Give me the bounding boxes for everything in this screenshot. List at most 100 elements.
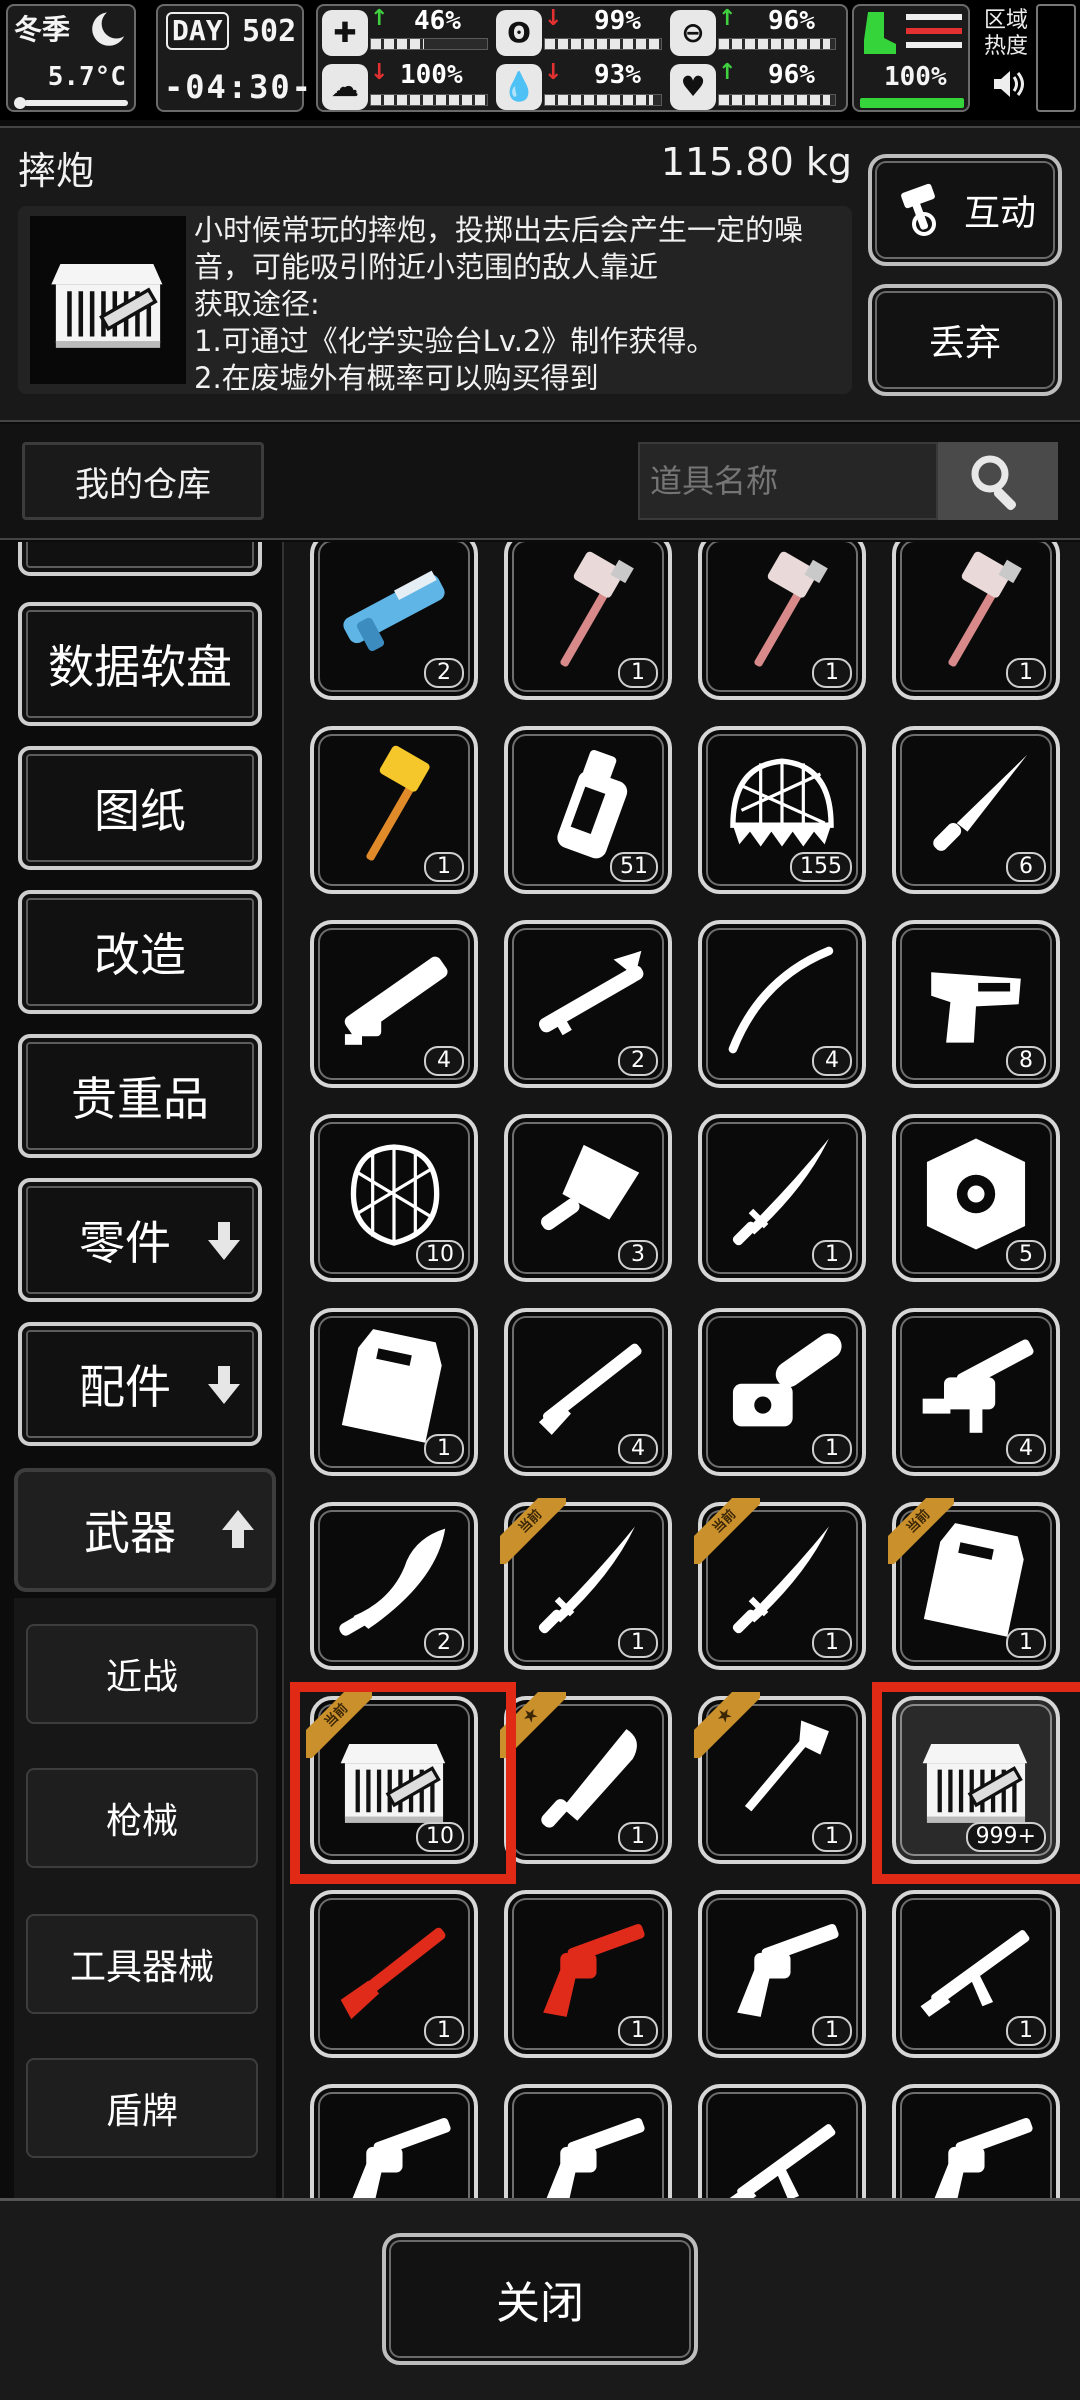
red-rifle-icon: [330, 1906, 458, 2034]
pill-icon: ⊖: [670, 10, 716, 56]
chainsaw-icon: [718, 1324, 846, 1452]
arrow-up-icon: [222, 1510, 254, 1548]
inventory-slot[interactable]: 1: [698, 1890, 866, 2058]
inventory-slot[interactable]: 1: [698, 1114, 866, 1282]
subcategory-label: 枪械: [105, 1801, 178, 1842]
close-button[interactable]: 关闭: [382, 2233, 698, 2365]
inventory-slot[interactable]: 1 当前: [694, 1498, 866, 1670]
inventory-slot[interactable]: 1: [698, 542, 866, 700]
grenade-launcher-icon: [912, 1324, 1040, 1452]
subcategory-button[interactable]: 盾牌: [26, 2058, 258, 2158]
inventory-slot[interactable]: 10: [310, 1114, 478, 1282]
inventory-slot[interactable]: 4: [698, 920, 866, 1088]
katana-icon: [524, 1518, 652, 1646]
inventory-slot[interactable]: 1: [310, 1890, 478, 2058]
sanity-trend-up-icon: ↑: [718, 6, 737, 31]
temperature-value: 5.7°C: [47, 62, 126, 92]
item-quantity: 4: [424, 1046, 464, 1076]
search-input[interactable]: [638, 442, 938, 520]
subcategory-button[interactable]: 枪械: [26, 1768, 258, 1868]
category-button[interactable]: 零件: [18, 1178, 262, 1302]
inventory-slot[interactable]: 2: [310, 1502, 478, 1670]
inventory-slot[interactable]: 10 当前: [306, 1692, 478, 1864]
item-quantity: 2: [424, 1628, 464, 1658]
inventory-slot[interactable]: 999+: [892, 1696, 1060, 1864]
inventory-slot[interactable]: 5: [892, 1114, 1060, 1282]
sanity-value: 96%: [768, 6, 815, 36]
category-button[interactable]: 配件: [18, 1322, 262, 1446]
inventory-slot[interactable]: 1 ★: [500, 1692, 672, 1864]
speaker-icon[interactable]: [990, 66, 1026, 102]
description-line: 1.可通过《化学实验台Lv.2》制作获得。: [194, 324, 716, 358]
inventory-slot[interactable]: 1 当前: [888, 1498, 1060, 1670]
inventory-slot[interactable]: [310, 2084, 478, 2198]
health-trend-up-icon: ↑: [370, 6, 389, 31]
war-hammer-icon: [524, 548, 652, 676]
inventory-slot[interactable]: 1: [310, 726, 478, 894]
inventory-slot[interactable]: 8: [892, 920, 1060, 1088]
item-weight: 115.80 kg: [660, 140, 852, 184]
knife-icon: [912, 742, 1040, 870]
description-line: 2.在废墟外有概率可以购买得到: [194, 361, 599, 394]
discard-button[interactable]: 丢弃: [868, 284, 1062, 396]
assault-rifle-icon: [718, 2100, 846, 2198]
category-button[interactable]: 图纸: [18, 746, 262, 870]
item-quantity: 1: [812, 2016, 852, 2046]
moon-icon: [92, 9, 130, 46]
inventory-slot[interactable]: 4: [892, 1308, 1060, 1476]
inventory-slot[interactable]: 1: [504, 1890, 672, 2058]
warehouse-tab[interactable]: 我的仓库: [22, 442, 264, 520]
inventory-slot[interactable]: 1: [892, 1890, 1060, 2058]
inventory-slot[interactable]: 51: [504, 726, 672, 894]
inventory-slot[interactable]: [892, 2084, 1060, 2198]
category-button[interactable]: 贵重品: [18, 1034, 262, 1158]
category-sidebar[interactable]: 数据软盘图纸改造贵重品零件配件武器 近战枪械工具器械盾牌: [0, 542, 282, 2198]
item-quantity: 1: [424, 2016, 464, 2046]
item-quantity: 2: [424, 658, 464, 688]
item-quantity: 5: [1006, 1240, 1046, 1270]
inventory-slot[interactable]: 1 当前: [500, 1498, 672, 1670]
item-quantity: 8: [1006, 1046, 1046, 1076]
inventory-slot[interactable]: 4: [310, 920, 478, 1088]
inventory-slot[interactable]: 2: [310, 542, 478, 700]
gatling-gun-icon: [330, 936, 458, 1064]
rocket-launcher-icon: [524, 936, 652, 1064]
item-quantity: 155: [790, 852, 852, 882]
interact-label: 互动: [963, 193, 1036, 234]
interact-button[interactable]: 互动: [868, 154, 1062, 266]
inventory-slot[interactable]: [504, 2084, 672, 2198]
item-quantity: 1: [618, 2016, 658, 2046]
inventory-slot[interactable]: [698, 2084, 866, 2198]
inventory-grid[interactable]: 2 1 1 1 1 51 155 6 4 2 4 8 10 3 1 5 1 4 1 4 2 1 当前 1 当前 1 当前 10 当前 1 ★…: [282, 542, 1080, 2198]
inventory-slot[interactable]: 2: [504, 920, 672, 1088]
category-button[interactable]: 改造: [18, 890, 262, 1014]
subcategory-label: 工具器械: [69, 1947, 214, 1988]
item-quantity: 4: [812, 1046, 852, 1076]
close-label: 关闭: [496, 2278, 584, 2329]
inventory-slot[interactable]: 155: [698, 726, 866, 894]
equipment-panel[interactable]: 100%: [852, 4, 970, 112]
category-button-partial[interactable]: [18, 542, 262, 576]
inventory-slot[interactable]: 1: [310, 1308, 478, 1476]
stamina-value: 100%: [400, 60, 463, 90]
inventory-slot[interactable]: 3: [504, 1114, 672, 1282]
inventory-slot[interactable]: 6: [892, 726, 1060, 894]
category-label: 武器: [84, 1506, 176, 1560]
item-quantity: 2: [618, 1046, 658, 1076]
search-button[interactable]: [938, 442, 1058, 520]
inventory-slot[interactable]: 4: [504, 1308, 672, 1476]
water-trend-down-icon: ↓: [544, 60, 563, 85]
category-button[interactable]: 数据软盘: [18, 602, 262, 726]
inventory-slot[interactable]: 1: [698, 1308, 866, 1476]
item-quantity: 4: [1006, 1434, 1046, 1464]
heart-icon: ♥: [670, 64, 716, 110]
water-value: 93%: [594, 60, 641, 90]
subcategory-button[interactable]: 工具器械: [26, 1914, 258, 2014]
firecracker-box-icon: [40, 230, 176, 366]
stomach-trend-down-icon: ↓: [544, 6, 563, 31]
category-button[interactable]: 武器: [14, 1468, 276, 1592]
inventory-slot[interactable]: 1: [892, 542, 1060, 700]
subcategory-button[interactable]: 近战: [26, 1624, 258, 1724]
inventory-slot[interactable]: 1 ★: [694, 1692, 866, 1864]
inventory-slot[interactable]: 1: [504, 542, 672, 700]
